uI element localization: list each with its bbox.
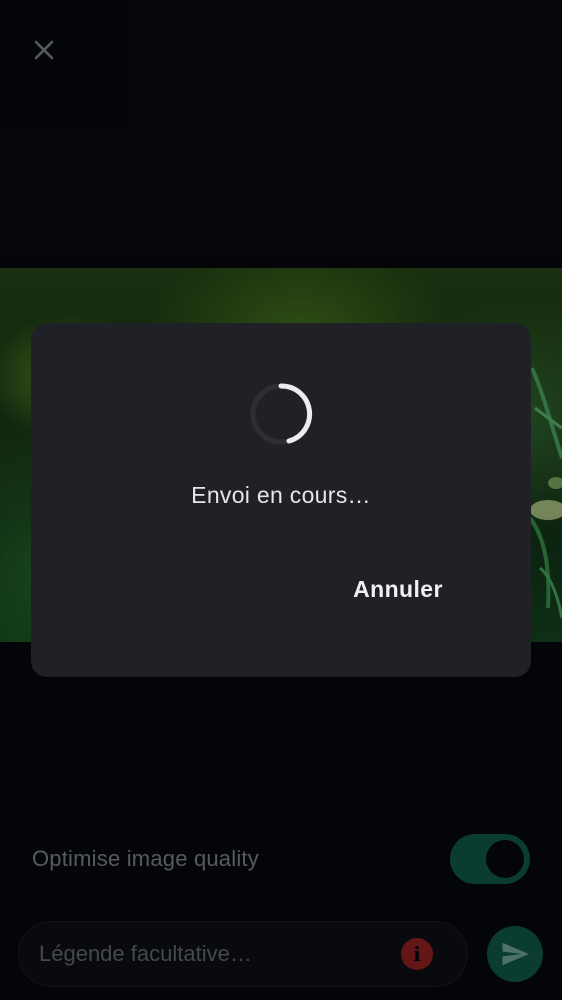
cancel-button[interactable]: Annuler [338, 566, 458, 612]
media-send-screen: Optimise image quality i Envoi en cours…… [0, 0, 562, 1000]
dialog-message: Envoi en cours… [191, 482, 371, 508]
progress-spinner-icon [250, 383, 313, 445]
